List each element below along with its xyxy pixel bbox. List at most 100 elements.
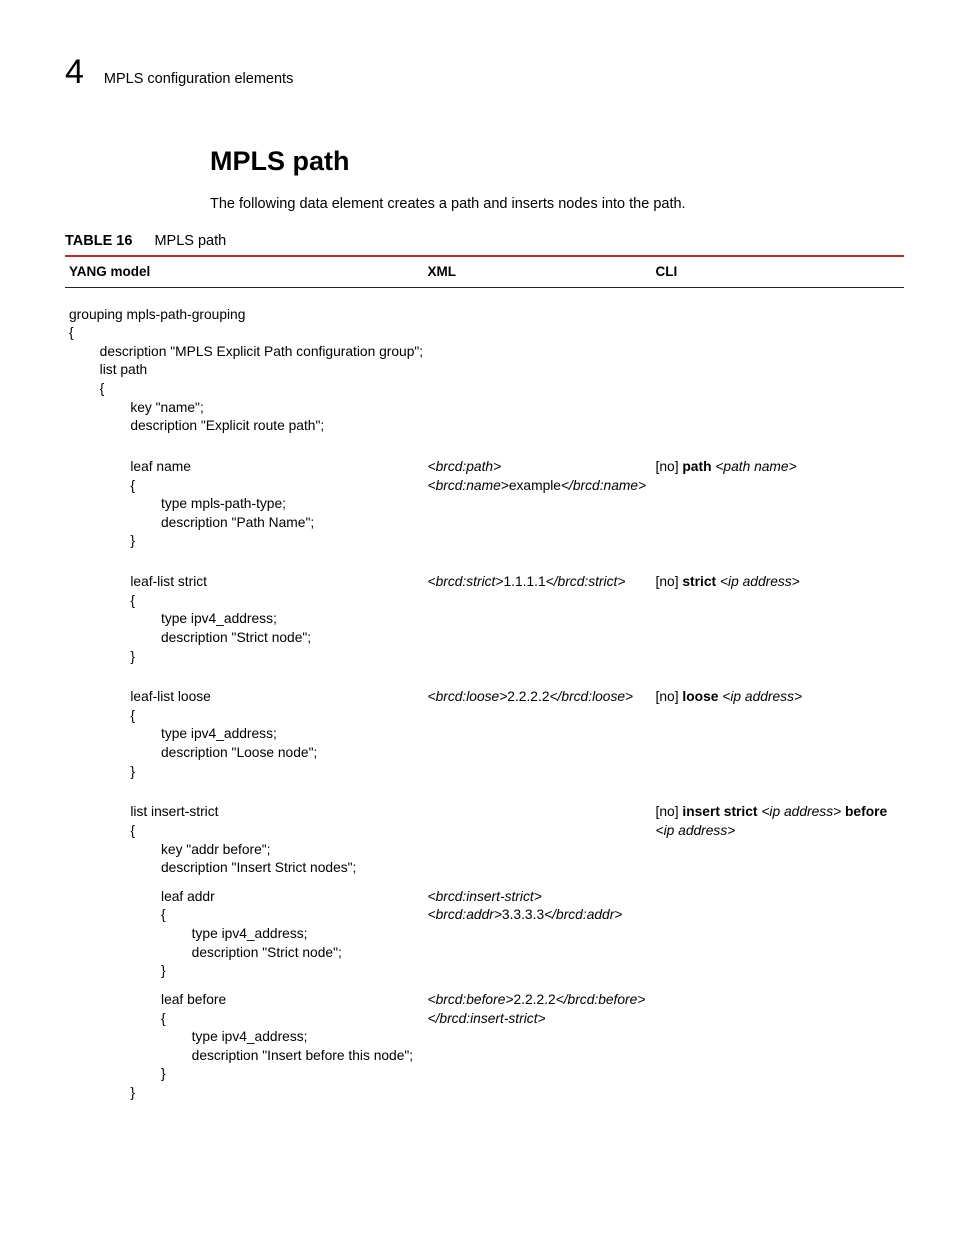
xml-cell — [424, 785, 652, 882]
yang-line: } — [69, 962, 418, 981]
cli-text: insert strict — [682, 804, 757, 819]
xml-tag: <brcd:name> — [428, 478, 509, 493]
table-header-row: YANG model XML CLI — [65, 256, 904, 287]
xml-tag: <brcd:loose> — [428, 689, 508, 704]
yang-line: } — [69, 1065, 418, 1084]
table-row: leaf before { type ipv4_address; descrip… — [65, 985, 904, 1107]
section-intro: The following data element creates a pat… — [210, 195, 904, 214]
yang-cell: leaf-list loose { type ipv4_address; des… — [65, 670, 424, 785]
col-header-yang: YANG model — [65, 256, 424, 287]
yang-line: description "Strict node"; — [69, 629, 418, 648]
yang-line: type mpls-path-type; — [69, 495, 418, 514]
yang-cell: list insert-strict { key "addr before"; … — [65, 785, 424, 882]
xml-tag: <brcd:strict> — [428, 574, 504, 589]
xml-cell: <brcd:path> <brcd:name>example</brcd:nam… — [424, 440, 652, 555]
yang-line: type ipv4_address; — [69, 610, 418, 629]
xml-text: 2.2.2.2 — [513, 992, 555, 1007]
xml-tag: <brcd:insert-strict> — [428, 889, 542, 904]
yang-line: list insert-strict — [69, 803, 418, 822]
yang-line: key "name"; — [69, 399, 418, 418]
xml-tag: </brcd:insert-strict> — [428, 1011, 546, 1026]
yang-cell: grouping mpls-path-grouping { descriptio… — [65, 287, 424, 440]
xml-tag: </brcd:name> — [561, 478, 646, 493]
yang-line: list path — [69, 361, 418, 380]
table-row: leaf-list strict { type ipv4_address; de… — [65, 555, 904, 670]
yang-line: type ipv4_address; — [69, 1028, 418, 1047]
cli-text: path — [682, 459, 711, 474]
table-number: TABLE 16 — [65, 233, 132, 249]
yang-line: description "Strict node"; — [69, 944, 418, 963]
cli-text: before — [845, 804, 887, 819]
table-title: MPLS path — [154, 233, 226, 249]
yang-line: description "MPLS Explicit Path configur… — [69, 343, 418, 362]
main-content: MPLS path The following data element cre… — [210, 144, 904, 214]
yang-line: leaf name — [69, 458, 418, 477]
table-caption: TABLE 16 MPLS path — [65, 232, 904, 251]
cli-text: [no] — [656, 574, 679, 589]
yang-cell: leaf addr { type ipv4_address; descripti… — [65, 882, 424, 985]
yang-cell: leaf-list strict { type ipv4_address; de… — [65, 555, 424, 670]
yang-line: } — [69, 763, 418, 782]
xml-text: 1.1.1.1 — [503, 574, 545, 589]
xml-cell: <brcd:insert-strict> <brcd:addr>3.3.3.3<… — [424, 882, 652, 985]
xml-cell: <brcd:before>2.2.2.2</brcd:before> </brc… — [424, 985, 652, 1107]
yang-line: leaf before — [69, 991, 418, 1010]
yang-line: { — [69, 477, 418, 496]
table-row: grouping mpls-path-grouping { descriptio… — [65, 287, 904, 440]
cli-text: <ip address> — [722, 689, 802, 704]
cli-text: <ip address> — [761, 804, 841, 819]
xml-text: 3.3.3.3 — [502, 907, 544, 922]
yang-line: { — [69, 822, 418, 841]
section-title: MPLS path — [210, 144, 904, 179]
cli-cell: [no] insert strict <ip address> before <… — [652, 785, 904, 882]
xml-cell — [424, 287, 652, 440]
cli-text: <ip address> — [720, 574, 800, 589]
yang-line: } — [69, 648, 418, 667]
yang-line: type ipv4_address; — [69, 725, 418, 744]
xml-cell: <brcd:strict>1.1.1.1</brcd:strict> — [424, 555, 652, 670]
yang-line: description "Explicit route path"; — [69, 417, 418, 436]
yang-line: } — [69, 532, 418, 551]
yang-line: { — [69, 380, 418, 399]
col-header-xml: XML — [424, 256, 652, 287]
yang-line: description "Path Name"; — [69, 514, 418, 533]
chapter-number: 4 — [65, 50, 84, 94]
cli-cell: [no] strict <ip address> — [652, 555, 904, 670]
xml-tag: <brcd:path> — [428, 459, 502, 474]
xml-text: 2.2.2.2 — [507, 689, 549, 704]
xml-cell: <brcd:loose>2.2.2.2</brcd:loose> — [424, 670, 652, 785]
cli-text: [no] — [656, 459, 679, 474]
cli-cell: [no] path <path name> — [652, 440, 904, 555]
cli-text: loose — [682, 689, 718, 704]
xml-text: example — [509, 478, 561, 493]
yang-line: leaf-list loose — [69, 688, 418, 707]
cli-text: <ip address> — [656, 823, 736, 838]
yang-line: grouping mpls-path-grouping — [69, 306, 418, 325]
xml-tag: </brcd:loose> — [550, 689, 634, 704]
cli-cell — [652, 882, 904, 985]
xml-tag: <brcd:before> — [428, 992, 514, 1007]
chapter-title: MPLS configuration elements — [104, 70, 293, 89]
yang-line: { — [69, 592, 418, 611]
cli-cell — [652, 985, 904, 1107]
mpls-path-table: YANG model XML CLI grouping mpls-path-gr… — [65, 255, 904, 1107]
yang-cell: leaf before { type ipv4_address; descrip… — [65, 985, 424, 1107]
yang-cell: leaf name { type mpls-path-type; descrip… — [65, 440, 424, 555]
cli-text: [no] — [656, 804, 679, 819]
yang-line: key "addr before"; — [69, 841, 418, 860]
col-header-cli: CLI — [652, 256, 904, 287]
xml-tag: </brcd:strict> — [546, 574, 626, 589]
table-row: leaf-list loose { type ipv4_address; des… — [65, 670, 904, 785]
xml-tag: </brcd:addr> — [544, 907, 622, 922]
table-row: leaf addr { type ipv4_address; descripti… — [65, 882, 904, 985]
table-row: leaf name { type mpls-path-type; descrip… — [65, 440, 904, 555]
page-header: 4 MPLS configuration elements — [65, 50, 904, 94]
cli-cell — [652, 287, 904, 440]
yang-line: type ipv4_address; — [69, 925, 418, 944]
yang-line: { — [69, 1010, 418, 1029]
yang-line: leaf-list strict — [69, 573, 418, 592]
xml-tag: <brcd:addr> — [428, 907, 502, 922]
table-row: list insert-strict { key "addr before"; … — [65, 785, 904, 882]
xml-tag: </brcd:before> — [556, 992, 646, 1007]
yang-line: description "Insert before this node"; — [69, 1047, 418, 1066]
